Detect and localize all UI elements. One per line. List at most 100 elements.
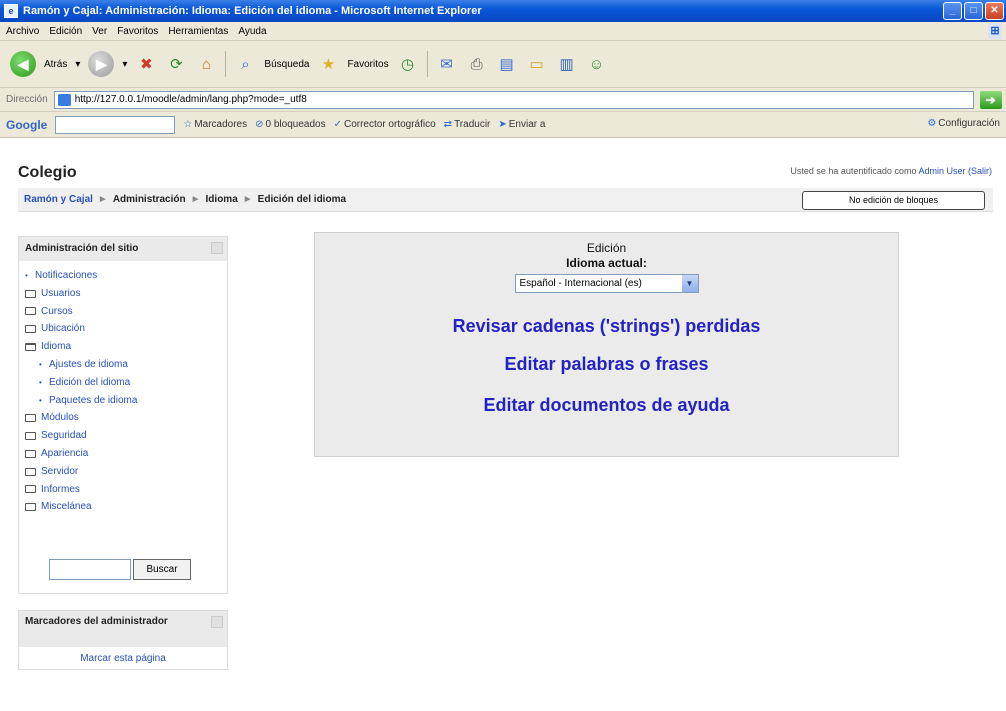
google-item-spellcheck[interactable]: ✓ Corrector ortográfico — [334, 119, 436, 130]
folder-icon — [25, 307, 36, 316]
mail-icon[interactable]: ✉ — [436, 53, 458, 75]
admin-tree-item[interactable]: • Notificaciones — [25, 267, 227, 285]
admin-tree-item-label: Ajustes de idioma — [49, 358, 128, 370]
favorites-label[interactable]: Favoritos — [347, 59, 388, 70]
ie-window-icon: e — [4, 4, 18, 18]
forward-dropdown-icon[interactable]: ▾ — [122, 59, 127, 70]
google-item-config[interactable]: ⚙ Configuración — [927, 118, 1000, 129]
folder-icon — [25, 467, 36, 476]
admin-tree-item[interactable]: • Paquetes de idioma — [25, 392, 227, 410]
breadcrumb-separator: ► — [190, 194, 201, 205]
google-item-send[interactable]: ➤ Enviar a — [498, 119, 545, 130]
admin-bookmarks-block: Marcadores del administrador Marcar esta… — [18, 610, 228, 670]
menu-ver[interactable]: Ver — [92, 26, 107, 37]
folder-icon — [25, 325, 36, 334]
admin-tree-item[interactable]: Ubicación — [25, 320, 227, 338]
forward-arrow-icon[interactable]: ▶ — [88, 51, 115, 77]
breadcrumb-separator: ► — [97, 194, 108, 205]
back-arrow-icon[interactable]: ◀ — [10, 51, 36, 77]
close-button[interactable]: ✕ — [985, 2, 1004, 20]
back-dropdown-icon[interactable]: ▾ — [75, 59, 80, 70]
google-toolbar: Google ☆ Marcadores ⊘ 0 bloqueados ✓ Correc… — [0, 112, 1006, 138]
admin-search-button[interactable]: Buscar — [133, 559, 191, 580]
admin-tree-item[interactable]: Cursos — [25, 303, 227, 321]
admin-tree-item[interactable]: Módulos — [25, 409, 227, 427]
go-arrow-icon[interactable]: ➔ — [979, 90, 1002, 109]
browser-toolbar: ◀ Atrás ▾ ▶ ▾ ✖ ⟳ ⌂ ⌕ Búsqueda ★ Favorit… — [0, 41, 1006, 88]
print-icon[interactable]: ⎙ — [466, 53, 488, 75]
admin-tree-item-label: Módulos — [41, 412, 79, 424]
menu-edicion[interactable]: Edición — [49, 26, 82, 37]
stop-icon[interactable]: ✖ — [135, 53, 157, 75]
chevron-down-icon[interactable]: ▼ — [681, 275, 698, 292]
admin-tree-item-label: Idioma — [41, 341, 72, 353]
admin-tree-item[interactable]: Miscelánea — [25, 498, 227, 516]
gear-icon: ⚙ — [927, 118, 937, 129]
address-url: http://127.0.0.1/moodle/admin/lang.php?m… — [74, 93, 307, 105]
send-icon: ➤ — [498, 119, 507, 130]
block-header: Administración del sitio — [19, 237, 227, 261]
bullet-icon: • — [39, 359, 42, 369]
bullet-icon: • — [39, 395, 42, 405]
minimize-button[interactable]: _ — [943, 2, 962, 20]
admin-tree-item[interactable]: Apariencia — [25, 445, 227, 463]
favorites-star-icon[interactable]: ★ — [317, 53, 339, 75]
menu-herramientas[interactable]: Herramientas — [168, 26, 228, 37]
admin-tree-item[interactable]: Seguridad — [25, 427, 227, 445]
edit-help-docs-link[interactable]: Editar documentos de ayuda — [315, 395, 898, 416]
menu-ayuda[interactable]: Ayuda — [238, 26, 266, 37]
edit-words-link[interactable]: Editar palabras o frases — [315, 354, 898, 375]
login-user-link[interactable]: Admin User — [918, 166, 965, 176]
language-selected: Español - Internacional (es) — [519, 278, 642, 289]
language-select[interactable]: Español - Internacional (es) ▼ — [514, 274, 699, 293]
folder-icon — [25, 289, 36, 298]
admin-tree-item[interactable]: Usuarios — [25, 285, 227, 303]
breadcrumb-admin[interactable]: Administración — [113, 194, 186, 205]
admin-tree-item[interactable]: Servidor — [25, 463, 227, 481]
search-label[interactable]: Búsqueda — [264, 59, 309, 70]
hide-block-icon[interactable] — [211, 242, 223, 254]
admin-tree-item-label: Paquetes de idioma — [49, 394, 138, 406]
history-icon[interactable]: ◷ — [397, 53, 419, 75]
google-item-popup-blocker[interactable]: ⊘ 0 bloqueados — [255, 119, 325, 130]
folder-icon[interactable]: ▭ — [526, 53, 548, 75]
logout-link[interactable]: (Salir) — [968, 166, 992, 176]
google-item-bookmarks[interactable]: ☆ Marcadores — [183, 119, 247, 130]
discuss-icon[interactable]: ▥ — [556, 53, 578, 75]
google-search-input[interactable] — [55, 115, 176, 134]
edit-blocks-button[interactable]: No edición de bloques — [802, 191, 985, 210]
messenger-icon[interactable]: ☺ — [586, 53, 608, 75]
breadcrumb-language[interactable]: Idioma — [206, 194, 238, 205]
admin-tree-item[interactable]: • Edición del idioma — [25, 374, 227, 392]
site-admin-block: Administración del sitio • Notificaciones… — [18, 236, 228, 594]
block-title: Administración del sitio — [25, 243, 139, 254]
back-label[interactable]: Atrás — [44, 59, 67, 70]
menu-archivo[interactable]: Archivo — [6, 26, 39, 37]
maximize-button[interactable]: □ — [964, 2, 983, 20]
google-logo[interactable]: Google — [6, 118, 47, 132]
breadcrumb-separator: ► — [242, 194, 253, 205]
hide-block-icon[interactable] — [211, 616, 223, 628]
folder-icon — [25, 432, 36, 441]
toolbar-separator — [426, 51, 428, 77]
address-input[interactable]: http://127.0.0.1/moodle/admin/lang.php?m… — [53, 90, 974, 109]
google-item-translate[interactable]: ⇄ Traducir — [444, 119, 491, 130]
admin-tree-item-label: Informes — [41, 483, 80, 495]
admin-tree-item[interactable]: Informes — [25, 481, 227, 499]
block-header: Marcadores del administrador — [19, 611, 227, 647]
menu-bar: Archivo Edición Ver Favoritos Herramient… — [0, 22, 1006, 41]
admin-tree-item-label: Ubicación — [41, 323, 85, 335]
admin-tree-item[interactable]: • Ajustes de idioma — [25, 356, 227, 374]
missing-strings-link[interactable]: Revisar cadenas ('strings') perdidas — [315, 316, 898, 337]
breadcrumb-home[interactable]: Ramón y Cajal — [24, 194, 93, 205]
breadcrumb: Ramón y Cajal ► Administración ► Idioma … — [18, 188, 993, 212]
menu-favoritos[interactable]: Favoritos — [117, 26, 158, 37]
home-icon[interactable]: ⌂ — [195, 53, 217, 75]
window-titlebar: e Ramón y Cajal: Administración: Idioma:… — [0, 0, 1006, 22]
edit-icon[interactable]: ▤ — [496, 53, 518, 75]
admin-tree-item[interactable]: Idioma — [25, 338, 227, 356]
refresh-icon[interactable]: ⟳ — [165, 53, 187, 75]
search-icon[interactable]: ⌕ — [234, 53, 256, 75]
bookmark-page-link[interactable]: Marcar esta página — [19, 647, 227, 664]
admin-search-input[interactable] — [49, 559, 131, 580]
